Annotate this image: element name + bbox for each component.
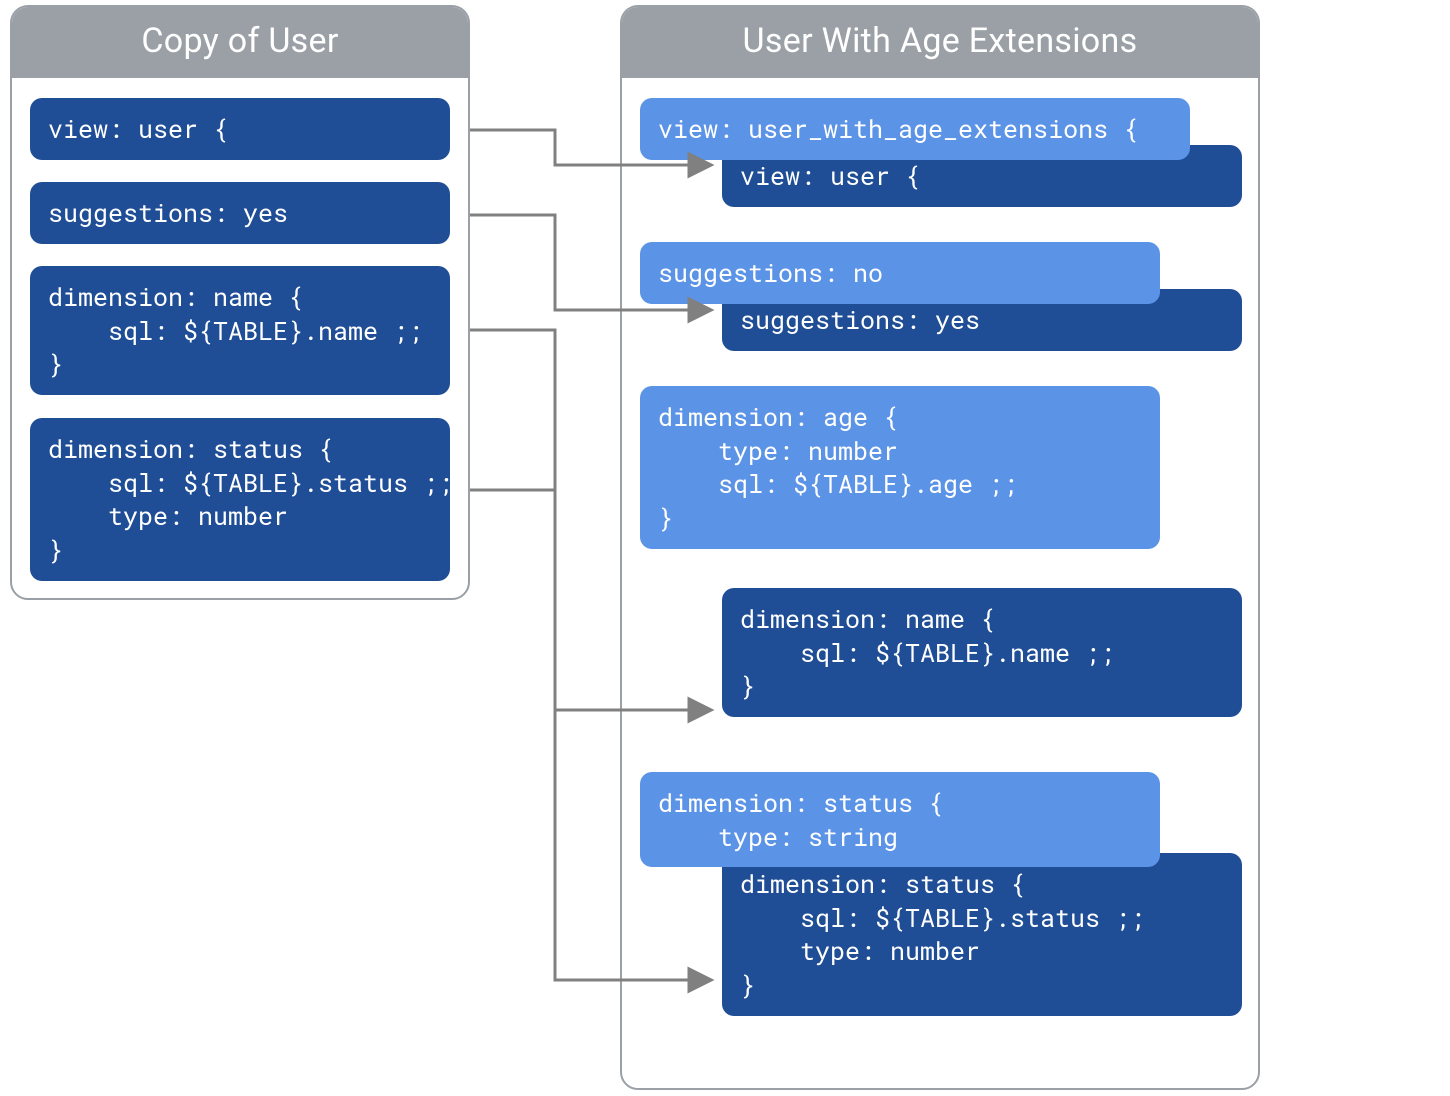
panel-title-left: Copy of User [12, 7, 468, 78]
panel-title-right: User With Age Extensions [622, 7, 1258, 78]
panel-user-with-age-extensions: User With Age Extensions view: user { vi… [620, 5, 1260, 1090]
right-dimension-name-base-block: dimension: name { sql: ${TABLE}.name ;; … [722, 588, 1242, 717]
panel-copy-of-user: Copy of User view: user { suggestions: y… [10, 5, 470, 600]
right-dimension-status-ext-block: dimension: status { type: string [640, 772, 1160, 868]
right-view-ext-block: view: user_with_age_extensions { [640, 98, 1190, 160]
left-dimension-status-block: dimension: status { sql: ${TABLE}.status… [30, 418, 450, 581]
left-view-block: view: user { [30, 98, 450, 160]
left-dimension-name-block: dimension: name { sql: ${TABLE}.name ;; … [30, 266, 450, 395]
left-suggestions-block: suggestions: yes [30, 182, 450, 244]
right-dimension-age-block: dimension: age { type: number sql: ${TAB… [640, 386, 1160, 549]
right-dimension-status-base-block: dimension: status { sql: ${TABLE}.status… [722, 853, 1242, 1016]
diagram-canvas: Copy of User view: user { suggestions: y… [0, 0, 1450, 1096]
right-suggestions-ext-block: suggestions: no [640, 242, 1160, 304]
